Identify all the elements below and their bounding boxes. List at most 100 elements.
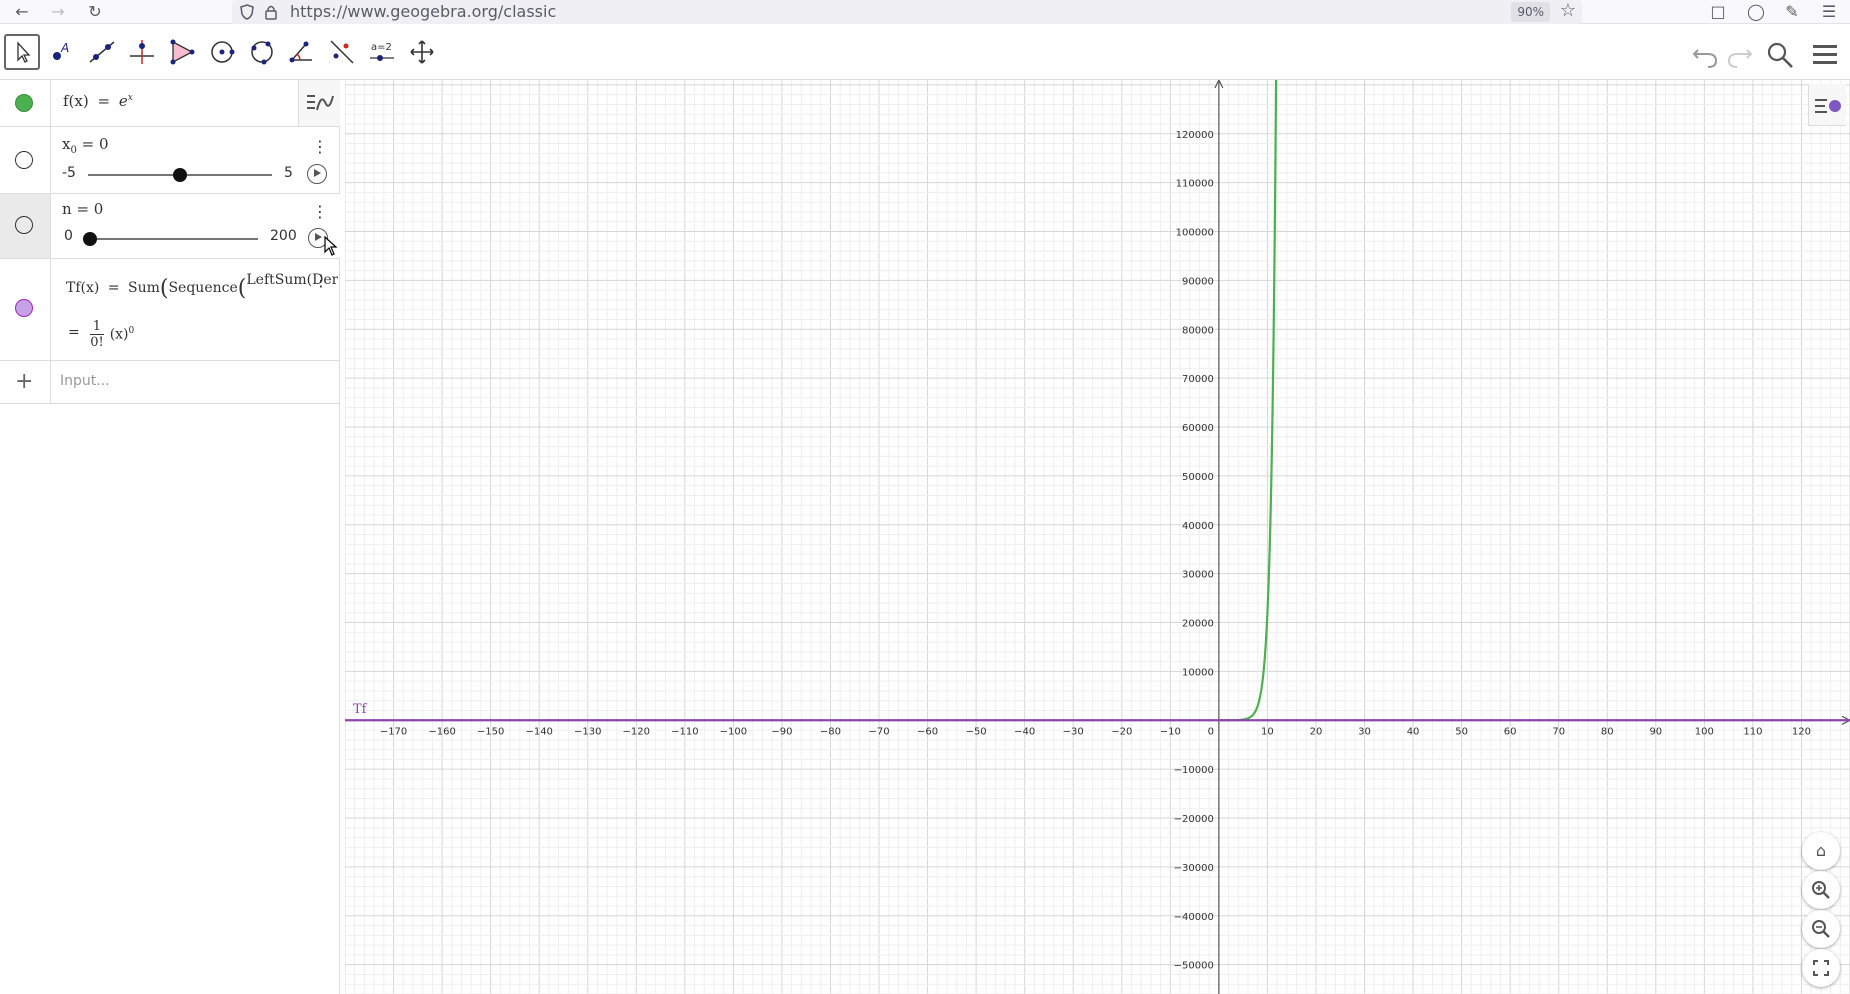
x-tick-label: −80	[820, 726, 841, 737]
more-options-icon[interactable]: ⋮	[313, 271, 329, 291]
slider-tool-label: a=2	[371, 42, 392, 53]
reflect-tool-button[interactable]	[324, 34, 360, 70]
back-icon[interactable]: ←	[11, 2, 33, 22]
series-label-tf[interactable]: Tf	[353, 702, 366, 717]
reflect-icon	[330, 40, 354, 64]
equals-sign: =	[68, 324, 80, 341]
x-tick-label: −110	[671, 726, 698, 737]
visibility-marble[interactable]	[15, 151, 33, 169]
browser-menu-icon[interactable]: ☰	[1818, 2, 1840, 22]
equals-sign: =	[97, 92, 111, 110]
y-tick-label: 70000	[1182, 374, 1214, 385]
home-button[interactable]: ⌂	[1802, 832, 1840, 870]
conic-tool-button[interactable]	[244, 34, 280, 70]
slider-tool-button[interactable]: a=2	[364, 34, 400, 70]
y-tick-label: 40000	[1182, 521, 1214, 532]
y-tick-label: 60000	[1182, 423, 1214, 434]
visibility-marble[interactable]	[15, 299, 33, 317]
y-tick-label: 120000	[1176, 130, 1214, 141]
polygon-icon	[170, 39, 195, 65]
x-tick-label: −30	[1063, 726, 1084, 737]
algebra-row-f[interactable]: f(x) = ex	[0, 80, 340, 127]
slider-knob[interactable]	[83, 232, 97, 246]
function-expression[interactable]: f(x) = ex	[63, 92, 133, 110]
term-exponent: 0	[128, 325, 135, 336]
zoom-out-icon	[1812, 920, 1830, 938]
main-menu-button[interactable]	[1810, 40, 1840, 70]
point-tool-button[interactable]: A	[44, 34, 80, 70]
search-button[interactable]	[1765, 40, 1795, 70]
visibility-marble[interactable]	[15, 216, 33, 234]
style-bar-toggle[interactable]	[298, 80, 340, 126]
mouse-cursor-icon	[324, 236, 338, 256]
function-exponent: x	[127, 93, 133, 103]
x-tick-label: 10	[1261, 726, 1274, 737]
x-tick-label: −120	[623, 726, 650, 737]
algebra-row-tf[interactable]: Tf(x) = Sum(Sequence(LeftSum(Deriva ⋮ = …	[0, 259, 340, 361]
graph-canvas[interactable]: −170 −160 −150 −140 −130 −120 −110 −100 −90 −80 −7…	[345, 80, 1850, 994]
taylor-definition[interactable]: Tf(x) = Sum(Sequence(LeftSum(Deriva	[66, 272, 338, 301]
graphics-view[interactable]: −170 −160 −150 −140 −130 −120 −110 −100 −90 −80 −7…	[345, 80, 1850, 994]
zoom-in-button[interactable]	[1802, 871, 1840, 909]
lock-icon	[265, 5, 277, 20]
open-paren: (	[237, 276, 247, 301]
algebra-row-x0[interactable]: x0 = 0 ⋮ -5 5	[0, 127, 340, 194]
account-icon[interactable]: ◯	[1745, 2, 1767, 22]
plus-icon[interactable]: +	[15, 369, 33, 394]
fullscreen-button[interactable]	[1802, 949, 1840, 987]
slider-knob[interactable]	[173, 168, 187, 182]
y-tick-label: 100000	[1176, 228, 1214, 239]
play-icon[interactable]	[307, 164, 327, 184]
slider-value-text: = 0	[81, 135, 109, 153]
polygon-tool-button[interactable]	[164, 34, 200, 70]
perpendicular-icon	[130, 40, 154, 64]
x-tick-label: 60	[1504, 726, 1517, 737]
zoom-level[interactable]: 90%	[1511, 2, 1550, 22]
point-icon: A	[53, 41, 69, 60]
search-icon	[1767, 42, 1793, 68]
slider-definition[interactable]: n = 0	[62, 200, 103, 218]
input-field[interactable]: Input...	[60, 373, 110, 389]
x-tick-label: 50	[1455, 726, 1468, 737]
slider-track[interactable]	[90, 238, 258, 240]
undo-button[interactable]	[1690, 40, 1720, 70]
x-tick-label: −20	[1111, 726, 1132, 737]
reload-icon[interactable]: ↻	[84, 2, 106, 22]
circle-tool-button[interactable]	[204, 34, 240, 70]
zoom-out-button[interactable]	[1802, 910, 1840, 948]
move-graphics-icon	[410, 40, 434, 64]
graphics-style-icon	[1815, 99, 1841, 113]
perpendicular-tool-button[interactable]	[124, 34, 160, 70]
x-tick-label: −90	[771, 726, 792, 737]
x-tick-label: −50	[966, 726, 987, 737]
y-tick-label: −30000	[1174, 863, 1214, 874]
pocket-icon[interactable]: □	[1707, 2, 1729, 22]
algebra-row-n[interactable]: n = 0 ⋮ 0 200	[0, 194, 340, 259]
fraction-numerator: 1	[90, 319, 104, 335]
sequence-function: Sequence	[168, 280, 238, 296]
redo-button[interactable]	[1725, 40, 1755, 70]
y-tick-label: 110000	[1176, 179, 1214, 190]
more-options-icon[interactable]: ⋮	[312, 202, 328, 222]
graphics-style-toggle[interactable]	[1808, 84, 1846, 126]
angle-tool-button[interactable]	[284, 34, 320, 70]
visibility-marble[interactable]	[15, 94, 33, 112]
slider-definition[interactable]: x0 = 0	[62, 135, 109, 156]
y-tick-label: −10000	[1174, 765, 1214, 776]
y-tick-label: 20000	[1182, 619, 1214, 630]
slider-min: -5	[62, 165, 76, 181]
algebra-view: f(x) = ex x0 = 0 ⋮ -5 5 n = 0 ⋮ 0 200 Tf…	[0, 80, 340, 994]
move-tool-button[interactable]	[4, 34, 40, 70]
x-tick-label: 90	[1649, 726, 1662, 737]
move-graphics-tool-button[interactable]	[404, 34, 440, 70]
y-tick-label: 90000	[1182, 276, 1214, 287]
algebra-input-row[interactable]: + Input...	[0, 361, 340, 404]
y-tick-label: 10000	[1182, 667, 1214, 678]
line-tool-button[interactable]	[84, 34, 120, 70]
more-options-icon[interactable]: ⋮	[312, 137, 328, 157]
x-tick-label: 120	[1792, 726, 1811, 737]
forward-icon[interactable]: →	[47, 2, 69, 22]
star-icon[interactable]: ☆	[1560, 0, 1576, 21]
url-bar[interactable]: https://www.geogebra.org/classic 90% ☆	[232, 0, 1582, 24]
extensions-icon[interactable]: ✎	[1781, 2, 1803, 22]
